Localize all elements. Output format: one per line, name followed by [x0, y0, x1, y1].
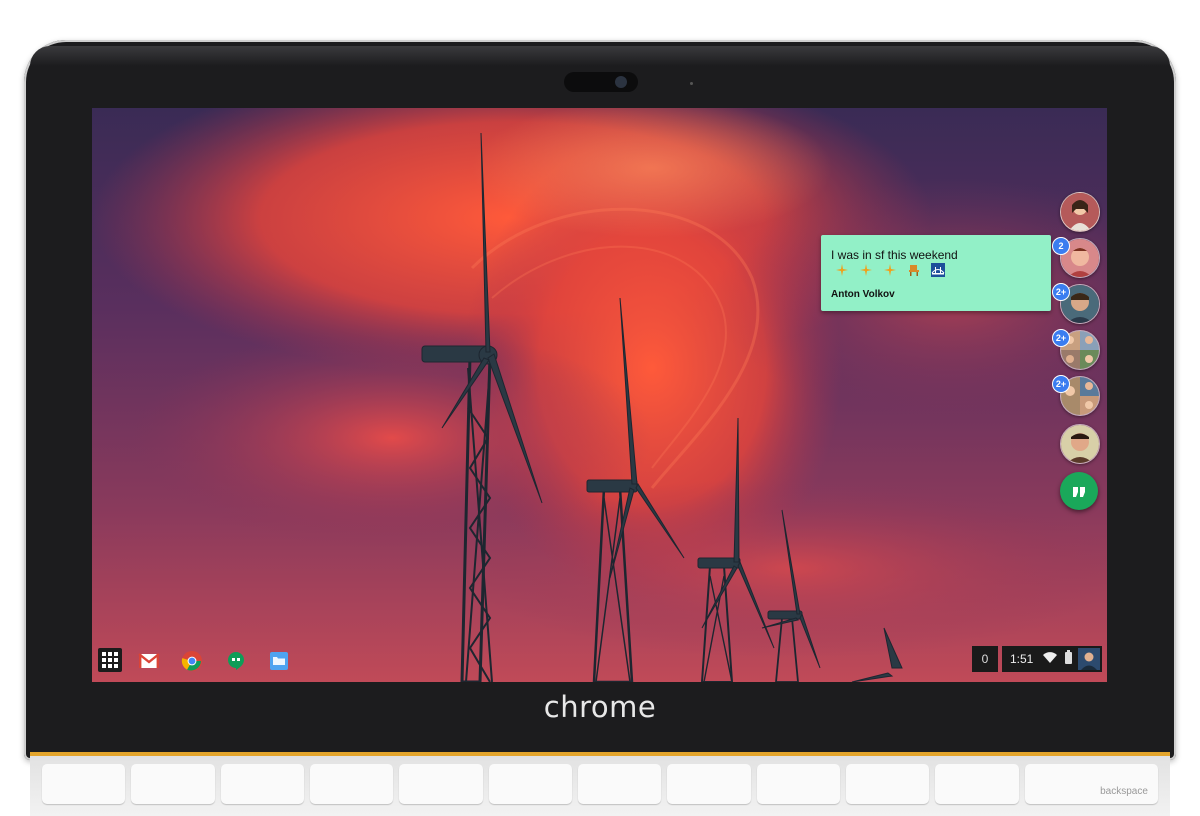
- hangouts-quote-icon: [1073, 487, 1085, 497]
- avatar: [1061, 193, 1099, 231]
- plane-icon: [884, 264, 896, 276]
- key: [488, 764, 572, 804]
- backspace-key-label: backspace: [1100, 786, 1148, 797]
- desktop-screen: I was in sf this weekend Anton Volkov 2 …: [92, 108, 1107, 682]
- bridge-icon: [931, 263, 945, 277]
- wallpaper-wind-turbines: [92, 108, 1107, 682]
- lid-highlight: [30, 46, 1170, 66]
- keyboard: backspace: [30, 752, 1170, 816]
- files-icon[interactable]: [268, 650, 290, 672]
- camera-lens: [615, 76, 627, 88]
- backspace-key: backspace: [1024, 764, 1158, 804]
- shelf: 0 1:51: [92, 642, 1107, 682]
- battery-icon: [1065, 650, 1072, 664]
- chrome-icon[interactable]: [181, 650, 203, 672]
- hangouts-icon[interactable]: [225, 650, 247, 672]
- chat-head-contact-6[interactable]: [1060, 424, 1100, 464]
- notification-sender: Anton Volkov: [831, 289, 895, 300]
- plane-icon: [860, 264, 872, 276]
- key: [220, 764, 304, 804]
- hangouts-button[interactable]: [1060, 472, 1098, 510]
- avatar: [1061, 425, 1099, 463]
- unread-badge: 2+: [1053, 284, 1069, 300]
- notification-counter[interactable]: 0: [972, 646, 998, 672]
- key: [845, 764, 930, 804]
- key: [309, 764, 394, 804]
- key: [131, 764, 215, 804]
- keyboard-top-row: backspace: [42, 764, 1158, 804]
- chat-head-contact-1[interactable]: [1060, 192, 1100, 232]
- clock: 1:51: [1010, 652, 1034, 666]
- system-tray[interactable]: 1:51: [1002, 646, 1102, 672]
- brand-logo: chrome: [543, 690, 657, 724]
- webcam: [564, 72, 638, 92]
- unread-badge: 2+: [1053, 376, 1069, 392]
- hangouts-notification[interactable]: I was in sf this weekend Anton Volkov: [821, 235, 1051, 311]
- unread-badge: 2+: [1053, 330, 1069, 346]
- key: [399, 764, 483, 804]
- wifi-icon: [1043, 652, 1057, 663]
- key: [42, 764, 126, 804]
- notification-message: I was in sf this weekend: [831, 248, 958, 262]
- account-avatar: [1078, 648, 1100, 670]
- app-launcher-button[interactable]: [98, 648, 122, 672]
- unread-badge: 2: [1053, 238, 1069, 254]
- key: [756, 764, 840, 804]
- gmail-icon[interactable]: [138, 650, 160, 672]
- key: [577, 764, 662, 804]
- key: [935, 764, 1019, 804]
- chair-icon: [909, 265, 919, 276]
- plane-icon: [836, 264, 848, 276]
- notification-emoji-row: [835, 263, 945, 277]
- microphone-dot: [690, 82, 693, 85]
- key: [667, 764, 751, 804]
